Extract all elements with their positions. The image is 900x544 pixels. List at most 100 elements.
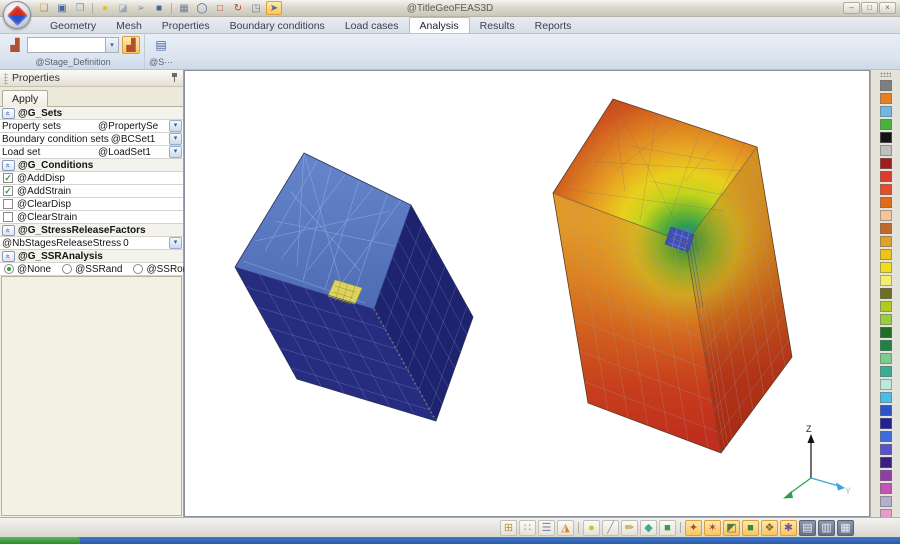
palette-color-30[interactable] xyxy=(880,457,892,468)
palette-color-23[interactable] xyxy=(880,366,892,377)
tab-geometry[interactable]: Geometry xyxy=(40,18,106,33)
polyline-tool-icon[interactable]: ✏ xyxy=(621,520,638,536)
palette-color-29[interactable] xyxy=(880,444,892,455)
node-tool-icon[interactable]: ● xyxy=(583,520,600,536)
palette-color-16[interactable] xyxy=(880,275,892,286)
pin-icon[interactable] xyxy=(171,73,179,83)
palette-color-17[interactable] xyxy=(880,288,892,299)
view-grid-icon[interactable]: ⊞ xyxy=(500,520,517,536)
stage-run-button[interactable]: ▟ xyxy=(122,36,140,54)
palette-color-1[interactable] xyxy=(880,80,892,91)
tab-load-cases[interactable]: Load cases xyxy=(335,18,409,33)
select-solid-icon[interactable]: ■ xyxy=(742,520,759,536)
tab-reports[interactable]: Reports xyxy=(525,18,582,33)
property-group-g-conditions[interactable]: «@G_Conditions xyxy=(0,159,183,172)
select-all-icon[interactable]: ❖ xyxy=(761,520,778,536)
dropdown-arrow-icon[interactable]: ▾ xyxy=(169,146,182,158)
mesh-display-icon[interactable]: ◮ xyxy=(557,520,574,536)
palette-color-2[interactable] xyxy=(880,93,892,104)
selection-filter-icon[interactable]: ✱ xyxy=(780,520,797,536)
checkbox-clearstrain[interactable] xyxy=(3,212,13,222)
maximize-button[interactable]: □ xyxy=(861,2,878,14)
viewport[interactable]: Z Y xyxy=(184,70,870,517)
palette-color-18[interactable] xyxy=(880,301,892,312)
checkbox-addstrain[interactable]: ✓ xyxy=(3,186,13,196)
select-face-icon[interactable]: ◩ xyxy=(723,520,740,536)
palette-color-14[interactable] xyxy=(880,249,892,260)
tab-properties[interactable]: Properties xyxy=(152,18,220,33)
view-cube-icon[interactable]: ■ xyxy=(151,1,167,15)
tab-analysis[interactable]: Analysis xyxy=(409,17,470,33)
print-icon[interactable]: ❐ xyxy=(72,1,88,15)
start-button[interactable] xyxy=(0,537,80,544)
palette-color-3[interactable] xyxy=(880,106,892,117)
tab-boundary-conditions[interactable]: Boundary conditions xyxy=(220,18,335,33)
pick-icon[interactable]: ➢ xyxy=(133,1,149,15)
minimize-button[interactable]: – xyxy=(843,2,860,14)
palette-color-12[interactable] xyxy=(880,223,892,234)
application-menu-button[interactable] xyxy=(3,1,31,29)
palette-color-27[interactable] xyxy=(880,418,892,429)
select-icon[interactable]: ➤ xyxy=(266,1,282,15)
palette-color-9[interactable] xyxy=(880,184,892,195)
palette-color-15[interactable] xyxy=(880,262,892,273)
select-node-icon[interactable]: ✦ xyxy=(685,520,702,536)
palette-color-32[interactable] xyxy=(880,483,892,494)
property-value[interactable]: @PropertySe xyxy=(98,121,169,132)
palette-color-8[interactable] xyxy=(880,171,892,182)
property-group-g-ssranalysis[interactable]: «@G_SSRAnalysis xyxy=(0,250,183,263)
stage-save-icon[interactable]: ▤ xyxy=(152,36,170,54)
radio-none[interactable]: @None xyxy=(4,264,51,275)
stage-icon[interactable]: ▟ xyxy=(6,36,24,54)
collapse-chevron-icon[interactable]: « xyxy=(2,160,15,171)
palette-color-6[interactable] xyxy=(880,145,892,156)
checkbox-adddisp[interactable]: ✓ xyxy=(3,173,13,183)
rotate-view-icon[interactable]: ↻ xyxy=(230,1,246,15)
face-tool-icon[interactable]: ◆ xyxy=(640,520,657,536)
display-rendered-icon[interactable]: ▦ xyxy=(837,520,854,536)
palette-color-13[interactable] xyxy=(880,236,892,247)
select-edge-icon[interactable]: ✶ xyxy=(704,520,721,536)
light-icon[interactable]: ● xyxy=(97,1,113,15)
property-value[interactable]: 0 xyxy=(123,238,169,249)
close-button[interactable]: × xyxy=(879,2,896,14)
display-wireframe-icon[interactable]: ▤ xyxy=(799,520,816,536)
property-value[interactable]: @LoadSet1 xyxy=(98,147,169,158)
solid-tool-icon[interactable]: ■ xyxy=(659,520,676,536)
snap-grid-icon[interactable]: ∷ xyxy=(519,520,536,536)
property-group-g-stressreleasefactors[interactable]: «@G_StressReleaseFactors xyxy=(0,224,183,237)
properties-panel-header[interactable]: Properties xyxy=(0,70,183,87)
dropdown-arrow-icon[interactable]: ▾ xyxy=(169,133,182,145)
palette-color-5[interactable] xyxy=(880,132,892,143)
palette-color-31[interactable] xyxy=(880,470,892,481)
collapse-chevron-icon[interactable]: « xyxy=(2,225,15,236)
collapse-chevron-icon[interactable]: « xyxy=(2,108,15,119)
collapse-chevron-icon[interactable]: « xyxy=(2,251,15,262)
plot-icon[interactable]: ◳ xyxy=(248,1,264,15)
viewport-canvas[interactable]: Z Y xyxy=(185,71,869,516)
initial-mesh-model[interactable] xyxy=(235,153,473,421)
display-shaded-icon[interactable]: ▥ xyxy=(818,520,835,536)
result-contour-model[interactable] xyxy=(553,99,792,453)
apply-button[interactable]: Apply xyxy=(2,90,48,108)
tab-mesh[interactable]: Mesh xyxy=(106,18,152,33)
zoom-window-icon[interactable]: □ xyxy=(212,1,228,15)
save-icon[interactable]: ▣ xyxy=(54,1,70,15)
line-tool-icon[interactable]: ╱ xyxy=(602,520,619,536)
checkbox-cleardisp[interactable] xyxy=(3,199,13,209)
zoom-icon[interactable]: ◯ xyxy=(194,1,210,15)
palette-color-11[interactable] xyxy=(880,210,892,221)
palette-color-21[interactable] xyxy=(880,340,892,351)
palette-color-28[interactable] xyxy=(880,431,892,442)
dropdown-arrow-icon[interactable]: ▾ xyxy=(169,237,182,249)
palette-color-26[interactable] xyxy=(880,405,892,416)
property-group-g-sets[interactable]: «@G_Sets xyxy=(0,107,183,120)
property-value[interactable]: @BCSet1 xyxy=(111,134,169,145)
capture-icon[interactable]: ▦ xyxy=(176,1,192,15)
palette-color-22[interactable] xyxy=(880,353,892,364)
stage-select[interactable]: ▾ xyxy=(27,37,119,53)
eraser-icon[interactable]: ◪ xyxy=(115,1,131,15)
radio-ssrand[interactable]: @SSRand xyxy=(62,264,122,275)
palette-color-20[interactable] xyxy=(880,327,892,338)
palette-color-10[interactable] xyxy=(880,197,892,208)
